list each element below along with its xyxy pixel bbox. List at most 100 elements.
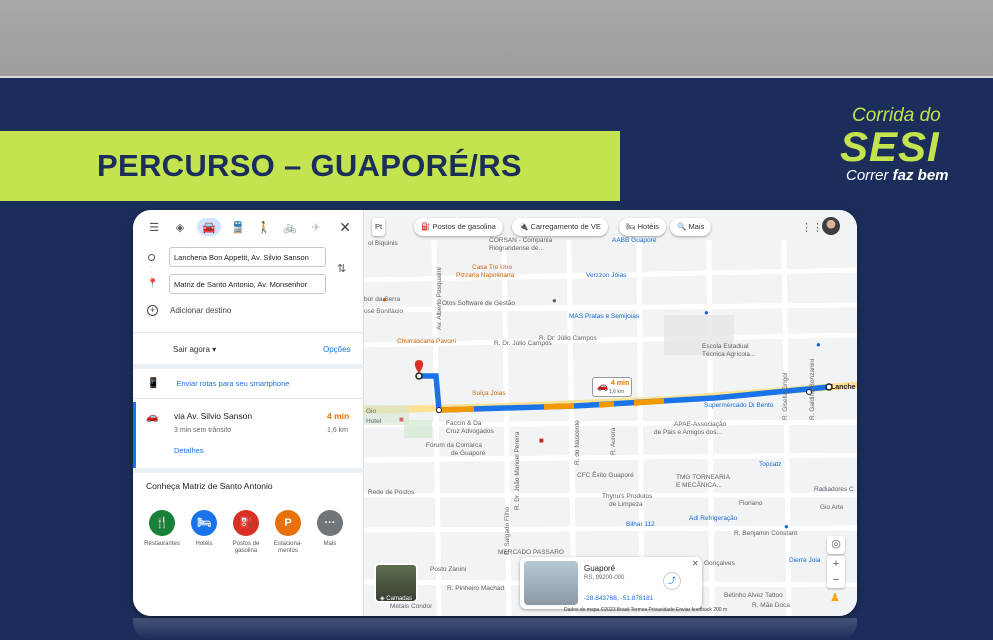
top-band [0, 0, 993, 78]
chip-hotels[interactable]: 🛏 Hotéis [619, 218, 666, 236]
map-filter-chips: Pt ⛽ Postos de gasolina 🔌 Carregamento d… [364, 218, 857, 238]
frame-reflection [133, 618, 857, 640]
chip-ev-charging[interactable]: 🔌 Carregamento de VE [512, 218, 608, 236]
map-label: CFC Êxito Guaporé [577, 472, 634, 479]
travel-modes: ☰ ◈ 🚘 🚆 🚶 🚲 ✈ ✕ [133, 210, 363, 244]
map-label: ol Biquinis [368, 240, 398, 247]
more-icon: ··· [317, 510, 343, 536]
hotel-icon: ■ [399, 415, 404, 424]
walk-icon[interactable]: 🚶 [255, 218, 273, 236]
route-details-link[interactable]: Detalhes [174, 446, 204, 455]
logo-line2: SESI [840, 123, 940, 170]
street-label: R. Dr. João Manoel Pereira [514, 431, 521, 510]
plus-icon: + [147, 305, 158, 316]
map-label: Fórum da Comarca [426, 442, 482, 449]
logo-line3a: Correr [846, 167, 893, 184]
origin-input[interactable]: Lancheria Bon Appetit, Av. Silvio Sanson [169, 247, 326, 267]
category-hotels[interactable]: 🛏 Hotéis [183, 510, 225, 555]
page-title: PERCURSO – GUAPORÉ/RS [97, 148, 522, 183]
chip-more[interactable]: 🔍 Mais [670, 218, 712, 236]
place-name: Guaporé [584, 564, 616, 573]
apps-grid-icon[interactable]: ⋮⋮ [801, 221, 823, 234]
map-label: Bilhar 112 [626, 521, 655, 528]
category-more[interactable]: ··· Mais [309, 510, 351, 555]
street-label: R. Galdino Bonzanini [809, 358, 816, 420]
category-label: Hotéis [195, 541, 213, 547]
chip-label: Postos de gasolina [432, 222, 496, 231]
depart-time-select[interactable]: Sair agora ▾ [173, 345, 216, 354]
map-label: Posto Zanini [430, 566, 467, 573]
map-label: Adi Refrigeração [689, 515, 738, 522]
search-box[interactable]: Pt [372, 218, 386, 236]
place-address: RS, 99200-000 [584, 575, 625, 581]
add-destination-button[interactable]: + Adicionar destino [147, 305, 231, 316]
options-link[interactable]: Opções [323, 345, 351, 354]
map-label: Escola Estadual [702, 343, 749, 350]
gas-icon: ⛽ [233, 510, 259, 536]
map-label: de Pais e Amigos dos... [654, 429, 722, 436]
send-to-phone-link[interactable]: 📱 Enviar rotas para seu smartphone [147, 378, 289, 389]
zoom-in-button[interactable]: + [827, 556, 845, 572]
map-label: Gio Arte [820, 504, 844, 511]
map-label: Topcatz [759, 461, 782, 468]
destination-input[interactable]: Matriz de Santo Antonio, Av. Monsenhor [169, 274, 326, 294]
pegman-icon[interactable]: ♟ [830, 591, 842, 605]
street-label: R. Gisella Grigol [782, 372, 789, 420]
place-info-card[interactable]: Guaporé RS, 99200-000 -28.843768, -51.87… [520, 557, 702, 609]
badge-duration: 4 min [611, 380, 630, 387]
share-icon[interactable]: ⤴ [663, 572, 681, 590]
chip-label: Carregamento de VE [530, 222, 601, 231]
map-label: Pizzaria Napoletana [456, 272, 515, 279]
map-label: de Limpeza [609, 501, 643, 508]
directions-icon[interactable]: ◈ [171, 218, 189, 236]
category-label: Postos de gasolina [232, 541, 260, 554]
flight-icon[interactable]: ✈ [307, 218, 325, 236]
map-footer: Dados do mapa ©2023 Brasil Termos Privac… [564, 607, 728, 613]
map-label: AABB Guaporé [612, 237, 657, 244]
bike-icon[interactable]: 🚲 [281, 218, 299, 236]
add-destination-label: Adicionar destino [170, 306, 232, 315]
route-via: via Av. Silvio Sanson [174, 411, 253, 421]
menu-icon[interactable]: ☰ [145, 218, 163, 236]
route-distance: 1,6 km [327, 427, 349, 434]
street-label: R. do Nascente [574, 420, 581, 465]
map-label: Rede de Postos [368, 489, 415, 496]
category-restaurants[interactable]: 🍴 Restaurantes [141, 510, 183, 555]
map-label: Radiadores C [814, 486, 854, 493]
my-location-button[interactable]: ◎ [827, 536, 845, 554]
chip-gas-stations[interactable]: ⛽ Postos de gasolina [414, 218, 503, 236]
category-gas[interactable]: ⛽ Postos de gasolina [225, 510, 267, 555]
hotel-icon: 🛏 [191, 510, 217, 536]
map-label: Gonçalves [704, 560, 735, 567]
layers-label: Camadas [386, 596, 412, 602]
map-label: R. Dr. Júlio Campos [539, 335, 597, 342]
place-photo[interactable] [524, 561, 578, 605]
layers-button[interactable]: ◈ Camadas [374, 563, 418, 603]
car-icon[interactable]: 🚘 [197, 218, 221, 236]
map-label: Técnica Agrícola... [702, 351, 756, 358]
zoom-out-button[interactable]: − [827, 572, 845, 588]
map-canvas[interactable]: Pt ⛽ Postos de gasolina 🔌 Carregamento d… [364, 210, 857, 616]
swap-icon[interactable]: ⇅ [337, 262, 346, 275]
nearby-categories: 🍴 Restaurantes 🛏 Hotéis ⛽ Postos de gaso… [141, 510, 351, 555]
map-label: APAE-Associação [674, 421, 727, 428]
map-label: de Guaporé [451, 450, 486, 457]
place-coordinates[interactable]: -28.843768, -51.878181 [584, 595, 653, 602]
close-icon[interactable]: ✕ [692, 559, 699, 568]
maps-screenshot: ☰ ◈ 🚘 🚆 🚶 🚲 ✈ ✕ · · · 📍 Lancheria Bon Appe… [133, 210, 857, 616]
map-label: Faccin & Da [446, 420, 482, 427]
close-icon[interactable]: ✕ [339, 219, 351, 236]
chevron-down-icon: ▾ [212, 345, 217, 354]
transit-icon[interactable]: 🚆 [229, 218, 247, 236]
category-parking[interactable]: P Estaciona-mentos [267, 510, 309, 555]
street-label: Av. Alberto Pasqualini [436, 267, 443, 330]
map-label: Otos Software de Gestão [442, 300, 515, 307]
layers-icon: ◈ [380, 596, 385, 602]
restaurant-icon: ● [382, 295, 387, 304]
avatar[interactable] [822, 217, 840, 235]
route-option[interactable]: 🚗 via Av. Silvio Sanson 4 min 3 min sem … [133, 402, 364, 468]
map-label: Casa Tre Uno [472, 264, 513, 271]
depart-label: Sair agora [173, 345, 210, 354]
category-label: Restaurantes [144, 541, 180, 547]
map-label: TMG TORNEARIA [676, 474, 730, 481]
